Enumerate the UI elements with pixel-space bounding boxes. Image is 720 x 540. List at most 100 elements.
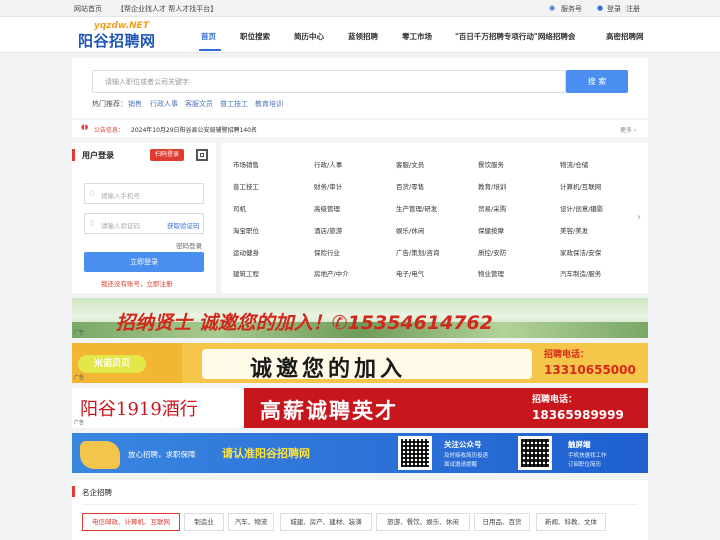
category-link[interactable]: 电子/电气 — [396, 268, 424, 278]
qrcode-icon[interactable] — [196, 149, 208, 161]
nav-resume[interactable]: 简历中心 — [294, 31, 324, 42]
industry-tag[interactable]: 城建、房产、建材、装潢 — [280, 513, 372, 531]
category-link[interactable]: 计算机/互联网 — [560, 181, 601, 191]
scan-login-badge[interactable]: 扫码登录 — [150, 149, 184, 161]
category-link[interactable]: 物业管理 — [478, 268, 504, 278]
service-link[interactable]: 服务号 — [561, 4, 582, 14]
industry-tag[interactable]: 新闻、科教、文体 — [536, 513, 606, 531]
title-accent — [72, 486, 75, 497]
category-link[interactable]: 广告/策划/咨询 — [396, 247, 439, 257]
nav-job-fair[interactable]: "百日千万招聘专项行动"网络招聘会 — [455, 31, 575, 42]
title-accent — [72, 149, 75, 161]
hot-keyword[interactable]: 行政人事 — [150, 99, 178, 109]
ad-4-follow-sub1: 及时接收简历投递 — [444, 453, 489, 459]
hot-keyword[interactable]: 客服文员 — [185, 99, 213, 109]
search-input[interactable]: 请输入职位或者公司关键字 — [92, 70, 566, 93]
category-link[interactable]: 司机 — [233, 203, 246, 213]
ad-banner-3[interactable]: 阳谷1919酒行 高薪诚聘英才 招聘电话： 18365989999 广告 — [72, 388, 648, 428]
user-icon: ● — [597, 4, 604, 12]
ad-4-touch: 触屏端 — [568, 440, 591, 449]
category-link[interactable]: 设计/创意/摄影 — [560, 203, 603, 213]
category-link[interactable]: 汽车制造/服务 — [560, 268, 601, 278]
notice-more[interactable]: 更多 › — [620, 125, 636, 134]
nav-bluecollar[interactable]: 蓝领招聘 — [348, 31, 378, 42]
industry-tag-active[interactable]: 电信邮政、计算机、互联网 — [82, 513, 180, 531]
hot-label: 热门推荐： — [92, 100, 127, 108]
login-link[interactable]: 登录 — [607, 4, 621, 14]
ad-banner-2[interactable]: 米诺贝贝 诚邀您的加入 招聘电话： 13310655000 广告 — [72, 343, 648, 383]
category-link[interactable]: 普工技工 — [233, 181, 259, 191]
nav-gig[interactable]: 零工市场 — [402, 31, 432, 42]
code-field[interactable]: ◊ 请输入验证码 获取验证码 — [84, 213, 204, 234]
register-link[interactable]: 我还没有账号，立即注册 — [101, 278, 173, 288]
industry-tag[interactable]: 汽车、物流 — [228, 513, 274, 531]
ad-3-label: 招聘电话： — [532, 395, 578, 405]
category-link[interactable]: 酒店/旅游 — [314, 225, 342, 235]
phone-placeholder: 请输入手机号 — [101, 192, 140, 200]
ad-banner-4[interactable]: 放心招聘，求职保障 请认准阳谷招聘网 关注公众号 及时接收简历投递 面试邀请提醒… — [72, 433, 648, 473]
category-link[interactable]: 餐饮服务 — [478, 159, 504, 169]
ad-1-text: 招纳贤士 诚邀您的加入！✆15354614762 — [116, 312, 493, 334]
notice-text[interactable]: 2024年10月29日阳谷县公安局辅警招聘140名 — [131, 125, 257, 134]
category-link[interactable]: 美容/美发 — [560, 225, 588, 235]
nav-gaomi[interactable]: 高密招聘网 — [606, 31, 644, 42]
nav-home[interactable]: 首页 — [201, 31, 216, 42]
ad-2-brand: 米诺贝贝 — [78, 355, 146, 373]
logo[interactable]: 阳谷招聘网 — [78, 30, 156, 51]
category-link[interactable]: 娱乐/休闲 — [396, 225, 424, 235]
category-link[interactable]: 客服/文员 — [396, 159, 424, 169]
login-submit-button[interactable]: 立即登录 — [84, 252, 204, 272]
ad-4-touch-sub2: 订阅职位简历 — [568, 462, 602, 468]
category-link[interactable]: 运动健身 — [233, 247, 259, 257]
category-link[interactable]: 淘宝职位 — [233, 225, 259, 235]
ad-4-follow: 关注公众号 — [444, 440, 482, 449]
ad-4-follow-sub2: 面试邀请提醒 — [444, 462, 478, 468]
category-link[interactable]: 建筑工程 — [233, 268, 259, 278]
ad-banner-1[interactable]: 招纳贤士 诚邀您的加入！✆15354614762 广告 — [72, 298, 648, 338]
famous-title: 名企招聘 — [82, 488, 112, 497]
ad-3-phone: 18365989999 — [532, 408, 624, 422]
ad-2-main: 诚邀您的加入 — [250, 357, 407, 382]
wechat-qrcode — [398, 436, 432, 470]
nav-job-search[interactable]: 职位搜索 — [240, 31, 270, 42]
top-bar: 网站首页 【帮企业找人才 帮人才找平台】 ◉ 服务号 ● 登录 注册 — [0, 0, 720, 17]
header: yqzdw.NET 阳谷招聘网 首页 职位搜索 简历中心 蓝领招聘 零工市场 "… — [0, 17, 720, 53]
category-link[interactable]: 家政保洁/安保 — [560, 247, 601, 257]
industry-tag[interactable]: 制造业 — [184, 513, 224, 531]
chevron-right-icon[interactable]: › — [637, 212, 641, 223]
ad-2-label: 招聘电话： — [544, 350, 590, 360]
category-link[interactable]: 贸易/采购 — [478, 203, 506, 213]
home-link[interactable]: 网站首页 — [74, 4, 102, 14]
ad-4-touch-sub1: 手机快速找工作 — [568, 453, 607, 459]
phone-field[interactable]: ▯ 请输入手机号 — [84, 183, 204, 204]
wechat-icon: ◉ — [549, 4, 556, 12]
category-link[interactable]: 市场销售 — [233, 159, 259, 169]
industry-tag[interactable]: 旅游、餐饮、娱乐、休闲 — [376, 513, 470, 531]
category-link[interactable]: 高级管理 — [314, 203, 340, 213]
category-link[interactable]: 房地产/中介 — [314, 268, 349, 278]
hot-keyword[interactable]: 教育培训 — [255, 99, 283, 109]
category-link[interactable]: 质控/安防 — [478, 247, 506, 257]
category-link[interactable]: 物流/仓储 — [560, 159, 588, 169]
password-login-link[interactable]: 密码登录 — [176, 240, 202, 250]
category-link[interactable]: 教育/培训 — [478, 181, 506, 191]
login-title: 用户登录 — [82, 151, 114, 160]
get-code-button[interactable]: 获取验证码 — [167, 220, 200, 230]
category-link[interactable]: 保健按摩 — [478, 225, 504, 235]
notice-label: 公告信息： — [94, 127, 125, 134]
category-link[interactable]: 保险行业 — [314, 247, 340, 257]
category-link[interactable]: 生产管理/研发 — [396, 203, 437, 213]
register-link[interactable]: 注册 — [626, 4, 640, 14]
divider — [82, 504, 638, 505]
category-link[interactable]: 行政/人事 — [314, 159, 342, 169]
ad-3-brand: 阳谷1919酒行 — [80, 399, 198, 420]
industry-tag[interactable]: 日用品、百货 — [474, 513, 530, 531]
hot-keyword[interactable]: 普工技工 — [220, 99, 248, 109]
search-button[interactable]: 搜 索 — [566, 70, 628, 93]
category-link[interactable]: 百货/零售 — [396, 181, 424, 191]
slogan: 【帮企业找人才 帮人才找平台】 — [117, 5, 218, 13]
category-link[interactable]: 财务/审计 — [314, 181, 342, 191]
hot-keyword[interactable]: 销售 — [128, 99, 142, 109]
ad-tag: 广告 — [74, 330, 85, 336]
mobile-qrcode — [518, 436, 552, 470]
